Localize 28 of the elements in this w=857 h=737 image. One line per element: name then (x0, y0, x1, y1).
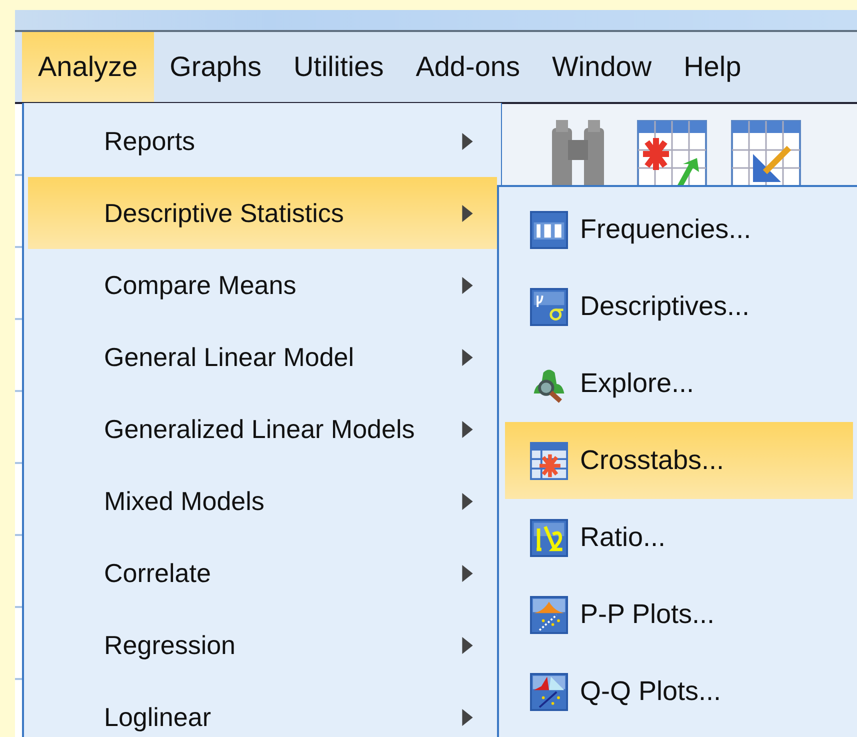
menu-item[interactable]: Compare Means (28, 249, 497, 321)
crosstab-table-icon (530, 442, 568, 480)
plot-icon (530, 672, 568, 710)
menu-item[interactable]: Utilities (277, 32, 400, 102)
menu-item[interactable]: Ratio... (505, 499, 853, 576)
menu-item[interactable]: P-P Plots... (505, 576, 853, 653)
menu-item[interactable]: Window (536, 32, 668, 102)
menu-item[interactable]: Frequencies... (505, 191, 853, 268)
menu-item[interactable]: Loglinear (28, 681, 497, 737)
menu-item[interactable]: Generalized Linear Models (28, 393, 497, 465)
menu-item[interactable]: Help (668, 32, 758, 102)
menu-item[interactable]: Descriptives... (505, 268, 853, 345)
menu-item[interactable]: Mixed Models (28, 465, 497, 537)
frequencies-icon (530, 210, 568, 248)
menu-item[interactable]: Explore... (505, 345, 853, 422)
plot-icon (530, 596, 568, 634)
menu-item[interactable]: Regression (28, 609, 497, 681)
menu-item[interactable]: Q-Q Plots... (505, 653, 853, 730)
menu-item[interactable]: Add-ons (400, 32, 536, 102)
statistics-icon (530, 288, 568, 326)
menu-item[interactable]: Analyze (22, 32, 154, 102)
menu-item[interactable]: Graphs (154, 32, 278, 102)
menu-item[interactable]: General Linear Model (28, 321, 497, 393)
menu-item[interactable]: Correlate (28, 537, 497, 609)
menu-item[interactable]: Crosstabs... (505, 422, 853, 499)
menu-item[interactable]: Reports (28, 105, 497, 177)
menu-item[interactable]: Descriptive Statistics (28, 177, 497, 249)
fraction-icon (530, 518, 568, 556)
